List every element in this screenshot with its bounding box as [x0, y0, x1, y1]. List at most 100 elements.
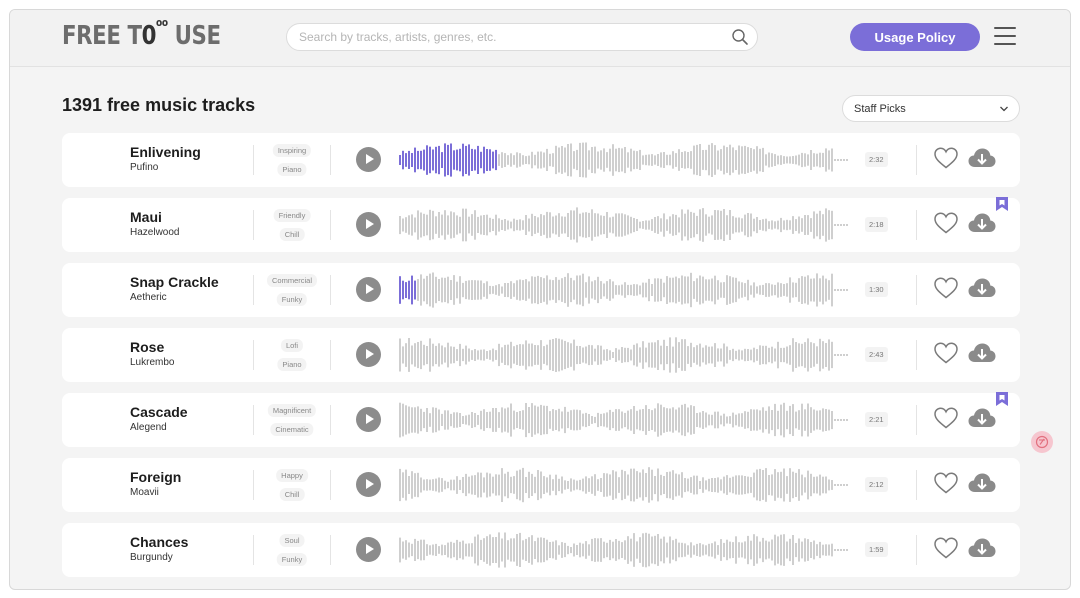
- search-icon[interactable]: [731, 28, 749, 46]
- waveform-bar: [696, 345, 698, 365]
- waveform-bar: [585, 212, 587, 238]
- cloud-download-icon[interactable]: [967, 470, 997, 498]
- track-row[interactable]: Maui Hazelwood Friendly Chill 2:18: [62, 197, 1020, 252]
- heart-icon[interactable]: [933, 211, 959, 235]
- waveform-bar: [450, 541, 452, 559]
- play-button[interactable]: [356, 147, 381, 172]
- search-input[interactable]: [287, 24, 707, 50]
- track-title[interactable]: Snap Crackle: [130, 274, 219, 290]
- waveform-seekbar[interactable]: [397, 400, 857, 440]
- cloud-download-icon[interactable]: [967, 535, 997, 563]
- track-row[interactable]: Cascade Alegend Magnificent Cinematic 2:…: [62, 392, 1020, 447]
- play-button[interactable]: [356, 342, 381, 367]
- track-row[interactable]: Chances Burgundy Soul Funky 1:59: [62, 523, 1020, 577]
- hamburger-menu-icon[interactable]: [994, 27, 1016, 47]
- waveform-bar-played: [459, 148, 461, 172]
- waveform-bar: [756, 409, 758, 431]
- waveform-seekbar[interactable]: [397, 465, 857, 505]
- track-row[interactable]: Enlivening Pufino Inspiring Piano 2:32: [62, 133, 1020, 187]
- heart-icon[interactable]: [933, 471, 959, 495]
- play-button[interactable]: [356, 537, 381, 562]
- site-logo[interactable]: FREE T0oo USE: [62, 16, 221, 51]
- waveform-bar: [723, 413, 725, 427]
- track-title[interactable]: Cascade: [130, 404, 188, 420]
- genre-tag[interactable]: Funky: [276, 553, 308, 566]
- waveform-bar: [522, 220, 524, 230]
- waveform-bar: [792, 156, 794, 164]
- genre-tag[interactable]: Funky: [276, 293, 308, 306]
- track-artist[interactable]: Hazelwood: [130, 227, 179, 238]
- genre-tag[interactable]: Magnificent: [267, 404, 317, 417]
- waveform-bar: [489, 350, 491, 360]
- track-title[interactable]: Enlivening: [130, 144, 201, 160]
- translate-badge-icon[interactable]: [1031, 431, 1053, 453]
- heart-icon[interactable]: [933, 536, 959, 560]
- heart-icon[interactable]: [933, 276, 959, 300]
- waveform-bar: [588, 344, 590, 366]
- waveform-bar: [528, 218, 530, 232]
- genre-tag[interactable]: Friendly: [273, 209, 311, 222]
- play-button[interactable]: [356, 212, 381, 237]
- genre-tag[interactable]: Lofi: [280, 339, 304, 352]
- waveform-bar: [474, 280, 476, 300]
- waveform-seekbar[interactable]: [397, 530, 857, 570]
- waveform-bar: [690, 151, 692, 169]
- genre-tag[interactable]: Chill: [279, 488, 305, 501]
- waveform-bar: [642, 533, 644, 567]
- waveform-bar-played: [399, 276, 401, 304]
- track-row[interactable]: Rose Lukrembo Lofi Piano 2:43: [62, 328, 1020, 382]
- genre-tag[interactable]: Piano: [277, 163, 307, 176]
- genre-tag[interactable]: Soul: [279, 534, 305, 547]
- waveform-bar: [546, 539, 548, 561]
- waveform-bar: [807, 539, 809, 561]
- heart-icon[interactable]: [933, 406, 959, 430]
- track-artist[interactable]: Burgundy: [130, 552, 173, 563]
- waveform-bar: [696, 278, 698, 302]
- waveform-bar: [726, 539, 728, 561]
- genre-tag[interactable]: Chill: [279, 228, 305, 241]
- waveform-bar: [786, 219, 788, 231]
- track-row[interactable]: Snap Crackle Aetheric Commercial Funky 1…: [62, 263, 1020, 317]
- waveform-bar: [792, 404, 794, 436]
- waveform-bar: [567, 144, 569, 177]
- track-row[interactable]: Foreign Moavii Happy Chill 2:12: [62, 458, 1020, 512]
- play-button[interactable]: [356, 407, 381, 432]
- waveform-bar: [831, 543, 833, 557]
- cloud-download-icon[interactable]: [967, 275, 997, 303]
- waveform-bar: [828, 479, 830, 491]
- waveform-bar: [423, 213, 425, 237]
- track-title[interactable]: Rose: [130, 339, 164, 355]
- cloud-download-icon[interactable]: [967, 210, 997, 238]
- heart-icon[interactable]: [933, 341, 959, 365]
- waveform-seekbar[interactable]: [397, 335, 857, 375]
- cloud-download-icon[interactable]: [967, 405, 997, 433]
- waveform-bar: [597, 345, 599, 365]
- genre-tag[interactable]: Piano: [277, 358, 307, 371]
- sort-dropdown[interactable]: Staff Picks: [842, 95, 1020, 122]
- cloud-download-icon[interactable]: [967, 145, 997, 173]
- track-artist[interactable]: Lukrembo: [130, 357, 174, 368]
- waveform-seekbar[interactable]: [397, 270, 857, 310]
- waveform-bar: [648, 409, 650, 431]
- track-artist[interactable]: Moavii: [130, 487, 159, 498]
- track-title[interactable]: Chances: [130, 534, 188, 550]
- genre-tag[interactable]: Commercial: [266, 274, 318, 287]
- waveform-bar: [537, 275, 539, 305]
- genre-tag[interactable]: Happy: [276, 469, 308, 482]
- track-artist[interactable]: Pufino: [130, 162, 158, 173]
- play-button[interactable]: [356, 277, 381, 302]
- track-artist[interactable]: Aetheric: [130, 292, 167, 303]
- waveform-seekbar[interactable]: [397, 140, 857, 180]
- heart-icon[interactable]: [933, 146, 959, 170]
- play-button[interactable]: [356, 472, 381, 497]
- waveform-seekbar[interactable]: [397, 205, 857, 245]
- cloud-download-icon[interactable]: [967, 340, 997, 368]
- genre-tag[interactable]: Cinematic: [270, 423, 314, 436]
- waveform-bar: [522, 540, 524, 560]
- waveform-bar: [579, 346, 581, 364]
- track-title[interactable]: Foreign: [130, 469, 181, 485]
- usage-policy-button[interactable]: Usage Policy: [850, 23, 980, 51]
- track-artist[interactable]: Alegend: [130, 422, 167, 433]
- genre-tag[interactable]: Inspiring: [272, 144, 312, 157]
- track-title[interactable]: Maui: [130, 209, 162, 225]
